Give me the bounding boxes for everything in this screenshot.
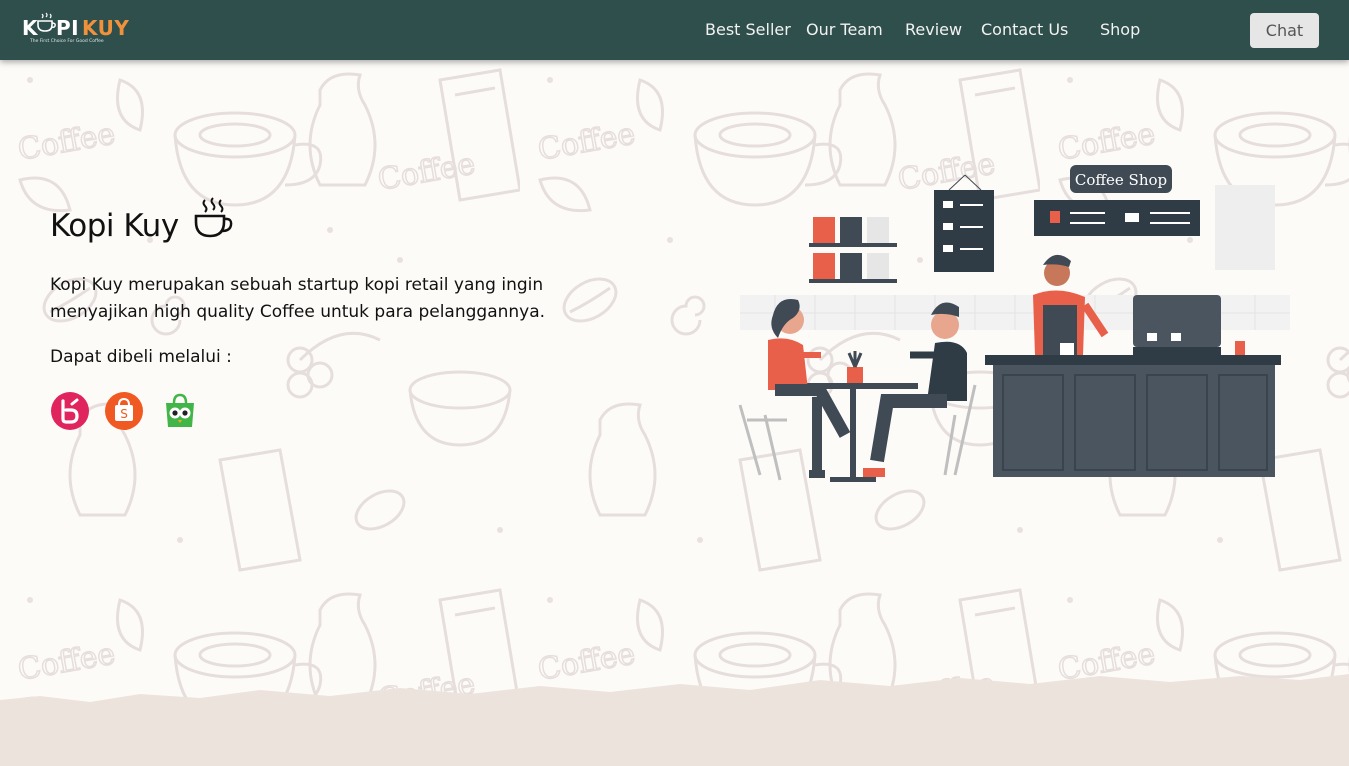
navbar: K PI KUY The First Choice For Good Coffe… bbox=[0, 0, 1349, 60]
blibli-icon[interactable] bbox=[50, 391, 90, 431]
nav-link-review[interactable]: Review bbox=[905, 20, 962, 40]
nav-link-shop[interactable]: Shop bbox=[1100, 20, 1140, 40]
torn-paper-divider bbox=[0, 674, 1349, 766]
hero-description: Kopi Kuy merupakan sebuah startup kopi r… bbox=[50, 275, 546, 322]
shopee-icon[interactable]: S bbox=[104, 391, 144, 431]
coffee-cup-icon bbox=[194, 197, 233, 238]
tokopedia-icon[interactable] bbox=[160, 391, 200, 431]
chat-button[interactable]: Chat bbox=[1250, 13, 1319, 48]
coffee-shop-illustration: Coffee Shop bbox=[738, 165, 1290, 482]
hero-title: Kopi Kuy bbox=[50, 208, 179, 244]
svg-text:S: S bbox=[120, 407, 128, 421]
coffee-shop-sign: Coffee Shop bbox=[1075, 171, 1167, 189]
nav-links: Best Seller Our Team Review Contact Us S… bbox=[0, 0, 1349, 60]
hero-section: Coffee Coffee Kopi Kuy Kopi Kuy merupaka… bbox=[0, 60, 1349, 766]
nav-link-contact-us[interactable]: Contact Us bbox=[981, 20, 1068, 40]
store-icons: S bbox=[50, 391, 210, 431]
buy-label: Dapat dibeli melalui : bbox=[50, 347, 232, 367]
nav-link-our-team[interactable]: Our Team bbox=[806, 20, 883, 40]
nav-link-best-seller[interactable]: Best Seller bbox=[705, 20, 791, 40]
